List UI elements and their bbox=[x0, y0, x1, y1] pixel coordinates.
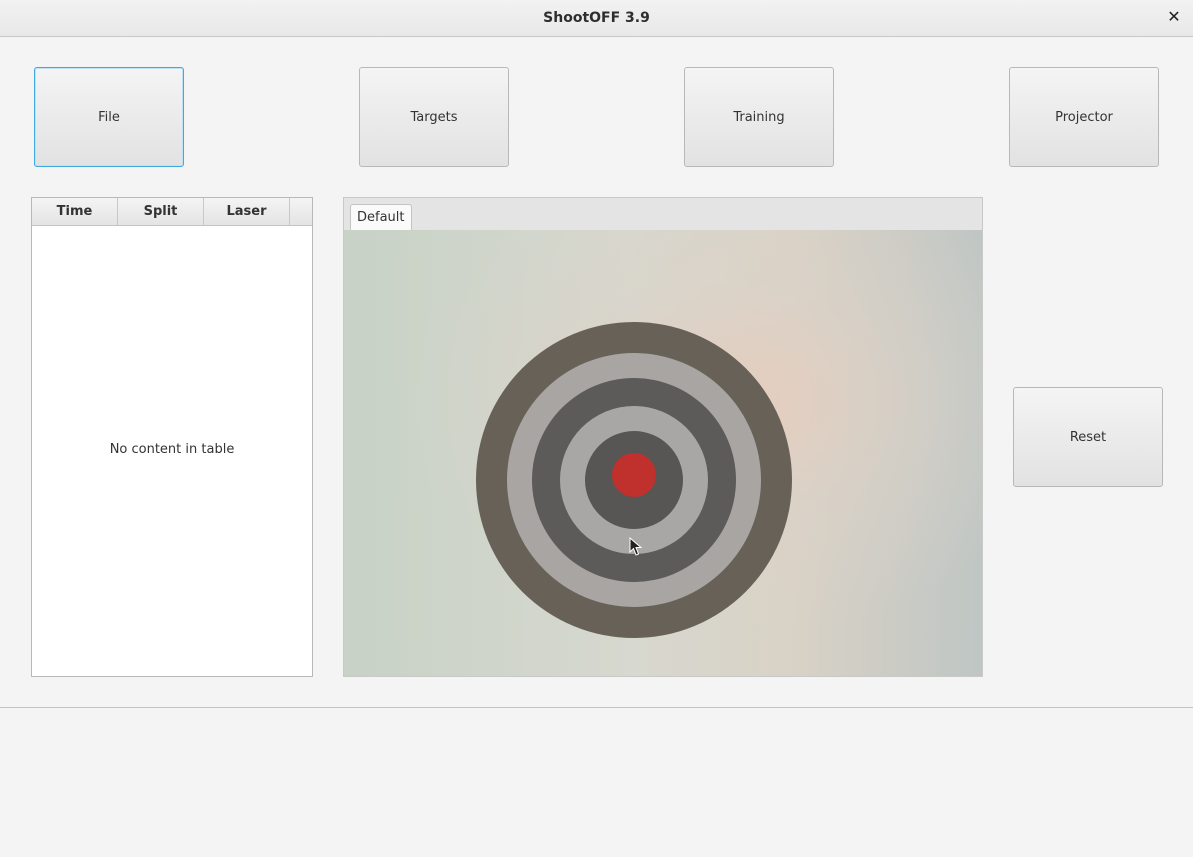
targets-button[interactable]: Targets bbox=[359, 67, 509, 167]
camera-feed[interactable] bbox=[344, 230, 982, 676]
tab-default[interactable]: Default bbox=[350, 204, 412, 230]
mouse-pointer-icon bbox=[629, 537, 643, 556]
tab-header: Default bbox=[344, 198, 982, 230]
close-icon[interactable]: ✕ bbox=[1165, 8, 1183, 26]
column-header-split[interactable]: Split bbox=[118, 198, 204, 225]
training-button[interactable]: Training bbox=[684, 67, 834, 167]
table-header: Time Split Laser bbox=[32, 198, 312, 226]
projector-button[interactable]: Projector bbox=[1009, 67, 1159, 167]
bullseye-target[interactable] bbox=[476, 322, 792, 638]
column-header-filler bbox=[290, 198, 312, 225]
file-button[interactable]: File bbox=[34, 67, 184, 167]
empty-table-message: No content in table bbox=[109, 442, 235, 457]
camera-tab-pane: Default bbox=[343, 197, 983, 677]
column-header-laser[interactable]: Laser bbox=[204, 198, 290, 225]
reset-button[interactable]: Reset bbox=[1013, 387, 1163, 487]
title-bar[interactable]: ShootOFF 3.9 ✕ bbox=[0, 0, 1193, 37]
bullseye-center bbox=[612, 453, 656, 497]
column-header-time[interactable]: Time bbox=[32, 198, 118, 225]
shootoff-window: ShootOFF 3.9 ✕ File Targets Training Pro… bbox=[0, 0, 1193, 857]
shot-timer-table[interactable]: Time Split Laser No content in table bbox=[31, 197, 313, 677]
window-title: ShootOFF 3.9 bbox=[543, 10, 650, 26]
trainer-output-area bbox=[0, 707, 1193, 857]
